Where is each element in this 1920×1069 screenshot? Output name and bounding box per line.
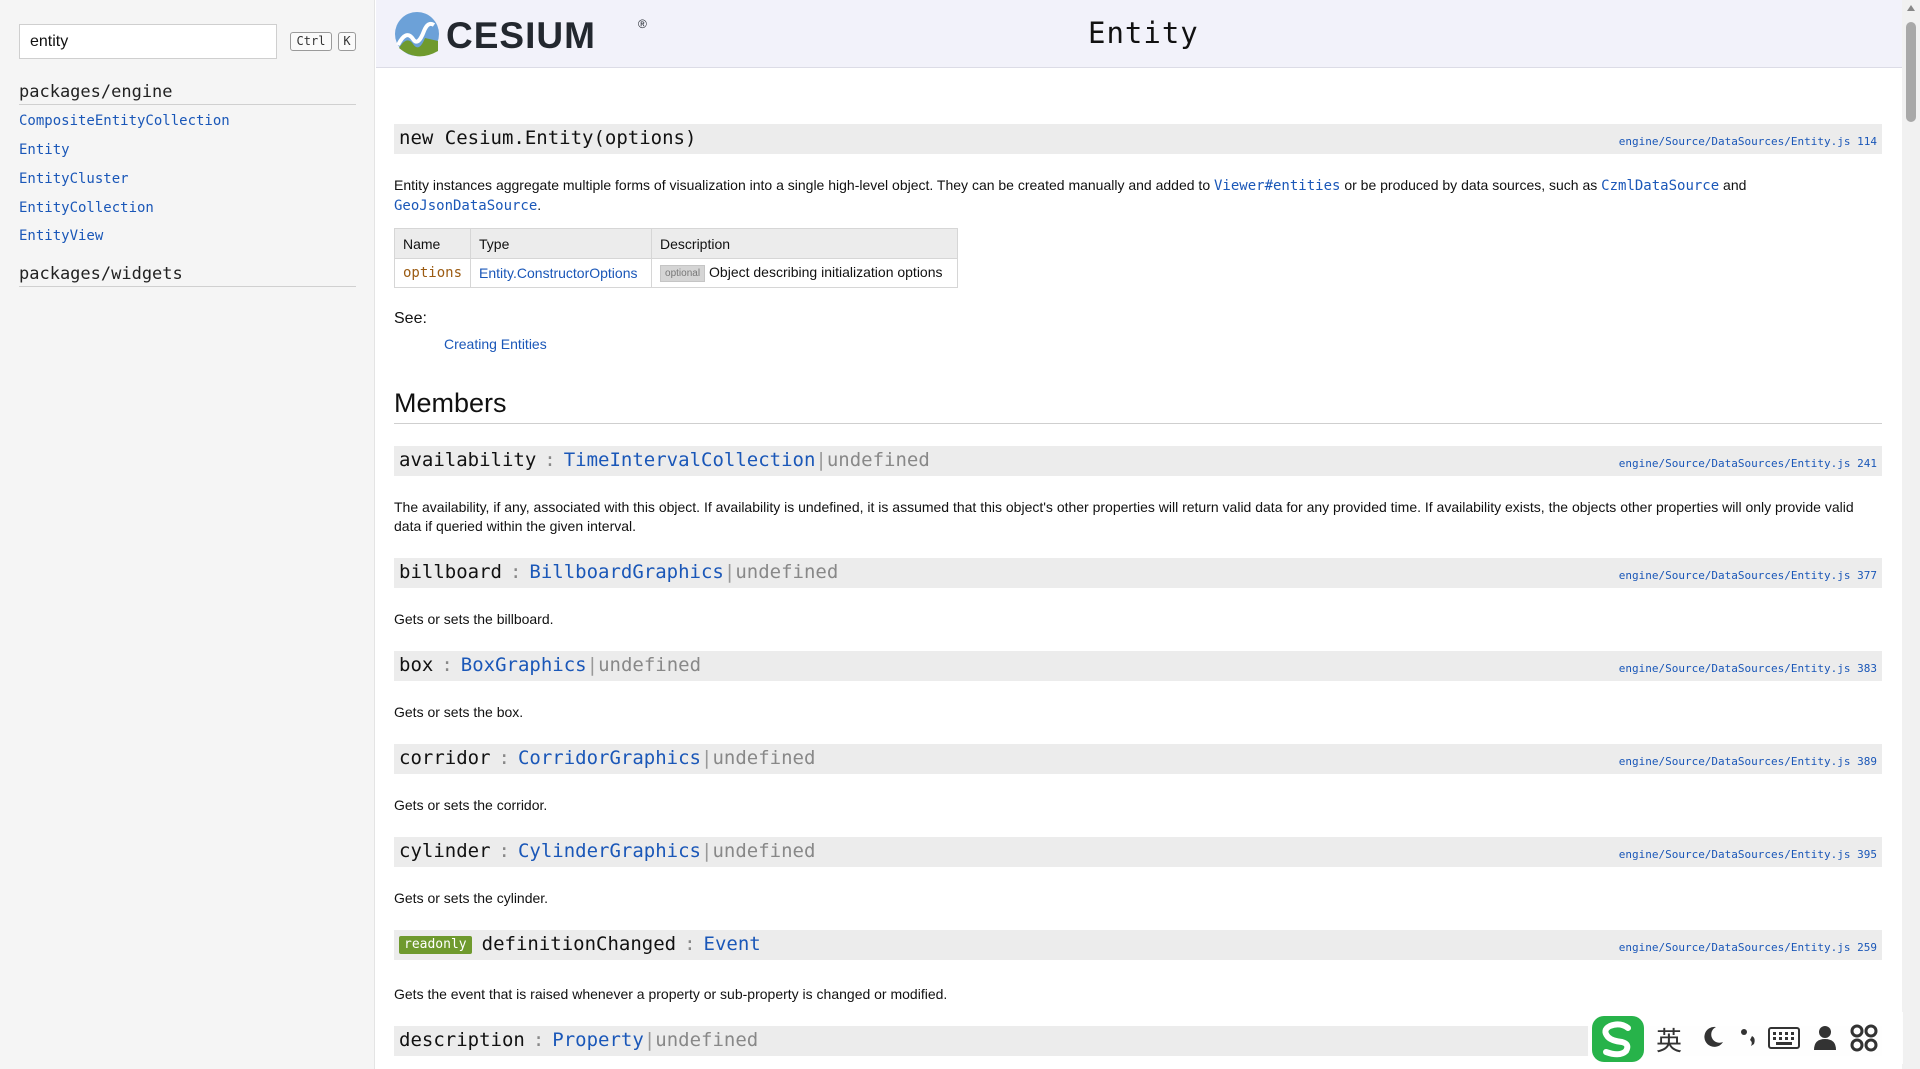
readonly-badge: readonly — [399, 936, 472, 954]
source-link[interactable]: engine/Source/DataSources/Entity.js 259 — [1619, 941, 1877, 954]
member-description: Gets or sets the corridor. — [394, 797, 548, 813]
geojson-datasource-link[interactable]: GeoJsonDataSource — [394, 198, 537, 214]
nav-group-engine[interactable]: packages/engine — [19, 82, 356, 105]
member-alt-type: undefined — [712, 840, 816, 862]
member-description: Gets or sets the box. — [394, 704, 524, 720]
member-alt-type: undefined — [598, 654, 702, 676]
grid-icon[interactable] — [1850, 1024, 1878, 1052]
member-alt-type: undefined — [712, 747, 816, 769]
source-link[interactable]: engine/Source/DataSources/Entity.js 395 — [1619, 848, 1877, 861]
constructor-description: Entity instances aggregate multiple form… — [394, 177, 1747, 214]
member-name: box — [399, 654, 434, 676]
params-header-row: Name Type Description — [393, 228, 959, 259]
param-description-cell: optional Object describing initialization… — [651, 258, 959, 288]
source-link[interactable]: engine/Source/DataSources/Entity.js 383 — [1619, 662, 1877, 675]
scrollbar-thumb[interactable] — [1906, 22, 1916, 122]
member-definition-changed: readonly definitionChanged: Event engine/S… — [394, 930, 1882, 960]
vertical-scrollbar[interactable] — [1902, 0, 1920, 1069]
member-type-link[interactable]: TimeIntervalCollection — [564, 449, 816, 471]
constructor-signature: new Cesium.Entity(options) engine/Source… — [394, 124, 1882, 154]
param-description: Object describing initialization options — [709, 264, 943, 280]
member-name: billboard — [399, 561, 502, 583]
member-cylinder: cylinder: CylinderGraphics|undefined engi… — [394, 837, 1882, 867]
param-name: options — [393, 258, 472, 288]
source-link[interactable]: engine/Source/DataSources/Entity.js 389 — [1619, 755, 1877, 768]
shortcut-ctrl-key: Ctrl — [290, 32, 332, 51]
members-heading: Members — [394, 388, 1882, 424]
source-link[interactable]: engine/Source/DataSources/Entity.js 377 — [1619, 569, 1877, 582]
nav-group-widgets[interactable]: packages/widgets — [19, 264, 356, 287]
search-input[interactable] — [19, 24, 277, 59]
member-description: Gets or sets the billboard. — [394, 611, 554, 627]
member-description: Gets the event that is raised whenever a… — [394, 986, 948, 1002]
member-type-link[interactable]: CorridorGraphics — [518, 747, 701, 769]
member-availability: availability: TimeIntervalCollection|unde… — [394, 446, 1882, 476]
member-alt-type: undefined — [735, 561, 839, 583]
sidebar: Ctrl K packages/engine CompositeEntityCo… — [0, 0, 375, 1069]
member-name: description — [399, 1029, 525, 1051]
member-alt-type: undefined — [655, 1029, 759, 1051]
member-name: cylinder — [399, 840, 491, 862]
col-header-name: Name — [393, 228, 472, 259]
sogou-logo-icon[interactable] — [1590, 1014, 1646, 1064]
header: CESIUM ® Entity — [376, 0, 1902, 68]
nav-item-entity-cluster[interactable]: EntityCluster — [19, 171, 129, 187]
params-table: Name Type Description options Entity.Con… — [393, 228, 959, 288]
member-type-link[interactable]: BoxGraphics — [461, 654, 587, 676]
member-alt-type: undefined — [826, 449, 930, 471]
member-type-link[interactable]: BillboardGraphics — [529, 561, 723, 583]
see-label: See: — [394, 310, 427, 327]
nav-item-composite-entity-collection[interactable]: CompositeEntityCollection — [19, 113, 230, 129]
page-title: Entity — [1088, 16, 1199, 50]
nav-item-entity-view[interactable]: EntityView — [19, 228, 103, 244]
punctuation-icon[interactable] — [1738, 1026, 1760, 1050]
nav-item-entity-collection[interactable]: EntityCollection — [19, 200, 154, 216]
constructor-name: new Cesium.Entity(options) — [399, 127, 697, 149]
param-type-link[interactable]: Entity.ConstructorOptions — [470, 258, 653, 288]
shortcut-k-key: K — [338, 32, 356, 51]
member-type-link[interactable]: CylinderGraphics — [518, 840, 701, 862]
nav-item-entity[interactable]: Entity — [19, 142, 70, 158]
member-box: box: BoxGraphics|undefined engine/Source/… — [394, 651, 1882, 681]
logo-registered-mark: ® — [638, 17, 647, 31]
moon-icon[interactable] — [1700, 1024, 1726, 1050]
member-description: The availability, if any, associated wit… — [394, 499, 1854, 534]
table-row: options Entity.ConstructorOptions option… — [393, 258, 959, 288]
source-link[interactable]: engine/Source/DataSources/Entity.js 241 — [1619, 457, 1877, 470]
col-header-type: Type — [470, 228, 653, 259]
keyboard-icon[interactable] — [1768, 1027, 1800, 1049]
optional-badge: optional — [660, 265, 706, 282]
member-description: Gets or sets the cylinder. — [394, 890, 549, 906]
viewer-entities-link[interactable]: Viewer#entities — [1214, 178, 1340, 194]
member-name: availability — [399, 449, 537, 471]
member-name: definitionChanged — [481, 933, 677, 955]
cesium-logo-icon — [395, 12, 439, 57]
member-billboard: billboard: BillboardGraphics|undefined en… — [394, 558, 1882, 588]
member-name: corridor — [399, 747, 491, 769]
ime-toolbar[interactable]: 英 — [1588, 1012, 1903, 1064]
scroll-up-arrow-icon[interactable] — [1907, 5, 1915, 11]
logo-text: CESIUM — [446, 15, 596, 56]
user-icon[interactable] — [1812, 1024, 1838, 1052]
source-link[interactable]: engine/Source/DataSources/Entity.js 114 — [1619, 135, 1877, 148]
creating-entities-link[interactable]: Creating Entities — [444, 336, 547, 352]
czml-datasource-link[interactable]: CzmlDataSource — [1601, 178, 1719, 194]
member-type-link[interactable]: Property — [552, 1029, 644, 1051]
col-header-description: Description — [651, 228, 959, 259]
member-type-link[interactable]: Event — [704, 933, 761, 955]
member-corridor: corridor: CorridorGraphics|undefined engi… — [394, 744, 1882, 774]
ime-language-toggle[interactable]: 英 — [1656, 1021, 1682, 1058]
